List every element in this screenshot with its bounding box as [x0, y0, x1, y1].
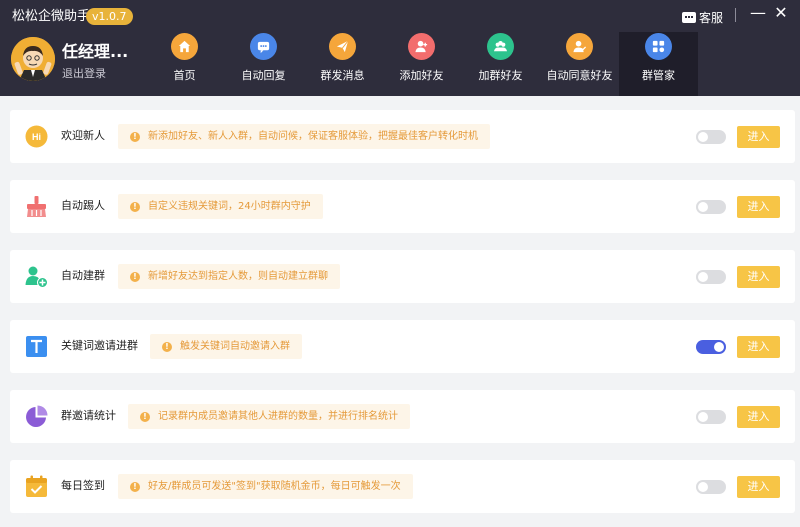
welcome-icon: Hi: [25, 125, 48, 148]
feature-card-invite-stats: 群邀请统计 ! 记录群内成员邀请其他人进群的数量，并进行排名统计 进入: [10, 390, 795, 443]
feature-toggle[interactable]: [696, 270, 726, 284]
info-icon: !: [130, 482, 140, 492]
chat-bubble-icon: [682, 11, 696, 23]
feature-description: ! 记录群内成员邀请其他人进群的数量，并进行排名统计: [128, 404, 410, 429]
enter-button[interactable]: 进入: [737, 196, 780, 218]
feature-card-welcome: Hi 欢迎新人 ! 新添加好友、新人入群，自动问候，保证客服体验，把握最佳客户转…: [10, 110, 795, 163]
nav-label: 群管家: [642, 69, 675, 82]
info-icon: !: [130, 132, 140, 142]
feature-card-keyword-invite: 关键词邀请进群 ! 触发关键词自动邀请入群 进入: [10, 320, 795, 373]
home-icon: [171, 33, 198, 60]
divider: [735, 8, 736, 22]
info-icon: !: [130, 202, 140, 212]
feature-toggle[interactable]: [696, 200, 726, 214]
info-icon: !: [140, 412, 150, 422]
customer-service-button[interactable]: 客服: [682, 8, 723, 26]
svg-text:Hi: Hi: [32, 132, 41, 142]
broom-icon: [25, 195, 48, 218]
feature-description-text: 新添加好友、新人入群，自动问候，保证客服体验，把握最佳客户转化时机: [148, 131, 478, 142]
nav-label: 加群好友: [478, 69, 523, 82]
avatar[interactable]: [11, 37, 55, 81]
nav-item-broadcast[interactable]: 群发消息: [303, 32, 382, 96]
nav-label: 自动回复: [241, 69, 286, 82]
toggle-knob: [698, 132, 708, 142]
nav-item-add-friend[interactable]: 添加好友: [382, 32, 461, 96]
feature-toggle[interactable]: [696, 410, 726, 424]
feature-description: ! 触发关键词自动邀请入群: [150, 334, 302, 359]
keyword-icon: [25, 335, 48, 358]
create-group-icon: [25, 265, 48, 288]
enter-button[interactable]: 进入: [737, 266, 780, 288]
feature-title: 欢迎新人: [61, 129, 105, 142]
add-user-icon: [408, 33, 435, 60]
enter-button[interactable]: 进入: [737, 126, 780, 148]
toggle-knob: [698, 202, 708, 212]
feature-description-text: 好友/群成员可发送"签到"获取随机金币，每日可触发一次: [148, 481, 401, 492]
nav-item-group-friend[interactable]: 加群好友: [461, 32, 540, 96]
app-header: 松松企微助手 v1.0.7 客服 — ✕ 任经理... 退出登录 首页 自动回复…: [0, 0, 800, 96]
toggle-knob: [714, 342, 724, 352]
nav-label: 群发消息: [320, 69, 365, 82]
group-icon: [487, 33, 514, 60]
grid-icon: [645, 33, 672, 60]
nav-label: 自动同意好友: [546, 69, 613, 82]
app-title: 松松企微助手: [12, 9, 91, 24]
feature-card-auto-create-group: 自动建群 ! 新增好友达到指定人数，则自动建立群聊 进入: [10, 250, 795, 303]
feature-title: 关键词邀请进群: [61, 339, 138, 352]
feature-card-daily-checkin: 每日签到 ! 好友/群成员可发送"签到"获取随机金币，每日可触发一次 进入: [10, 460, 795, 513]
main-nav: 首页 自动回复 群发消息 添加好友 加群好友 自动同意好友 群管家: [145, 32, 698, 96]
feature-card-auto-kick: 自动踢人 ! 自定义违规关键词，24小时群内守护 进入: [10, 180, 795, 233]
chat-icon: [250, 33, 277, 60]
calendar-icon: [25, 475, 48, 498]
feature-title: 群邀请统计: [61, 409, 116, 422]
nav-item-auto-reply[interactable]: 自动回复: [224, 32, 303, 96]
feature-description-text: 新增好友达到指定人数，则自动建立群聊: [148, 271, 328, 282]
pie-chart-icon: [25, 405, 48, 428]
customer-service-label: 客服: [699, 10, 724, 25]
minimize-button[interactable]: —: [749, 4, 767, 22]
feature-description-text: 触发关键词自动邀请入群: [180, 341, 290, 352]
toggle-knob: [698, 412, 708, 422]
version-badge: v1.0.7: [86, 8, 133, 25]
avatar-image-icon: [11, 37, 55, 81]
enter-button[interactable]: 进入: [737, 476, 780, 498]
feature-title: 自动踢人: [61, 199, 105, 212]
close-button[interactable]: ✕: [772, 4, 790, 22]
feature-toggle[interactable]: [696, 130, 726, 144]
nav-label: 首页: [173, 69, 196, 82]
feature-description-text: 自定义违规关键词，24小时群内守护: [148, 201, 311, 212]
feature-description: ! 新添加好友、新人入群，自动问候，保证客服体验，把握最佳客户转化时机: [118, 124, 490, 149]
toggle-knob: [698, 482, 708, 492]
feature-title: 自动建群: [61, 269, 105, 282]
nav-item-group-manager[interactable]: 群管家: [619, 32, 698, 96]
user-check-icon: [566, 33, 593, 60]
logout-link[interactable]: 退出登录: [62, 67, 106, 81]
nav-item-auto-accept[interactable]: 自动同意好友: [540, 32, 619, 96]
info-icon: !: [130, 272, 140, 282]
toggle-knob: [698, 272, 708, 282]
nav-item-home[interactable]: 首页: [145, 32, 224, 96]
feature-description: ! 好友/群成员可发送"签到"获取随机金币，每日可触发一次: [118, 474, 413, 499]
feature-toggle[interactable]: [696, 340, 726, 354]
enter-button[interactable]: 进入: [737, 336, 780, 358]
feature-toggle[interactable]: [696, 480, 726, 494]
send-icon: [329, 33, 356, 60]
user-name: 任经理...: [62, 42, 129, 61]
feature-title: 每日签到: [61, 479, 105, 492]
info-icon: !: [162, 342, 172, 352]
feature-description-text: 记录群内成员邀请其他人进群的数量，并进行排名统计: [158, 411, 398, 422]
feature-description: ! 自定义违规关键词，24小时群内守护: [118, 194, 323, 219]
nav-label: 添加好友: [399, 69, 444, 82]
feature-description: ! 新增好友达到指定人数，则自动建立群聊: [118, 264, 340, 289]
enter-button[interactable]: 进入: [737, 406, 780, 428]
